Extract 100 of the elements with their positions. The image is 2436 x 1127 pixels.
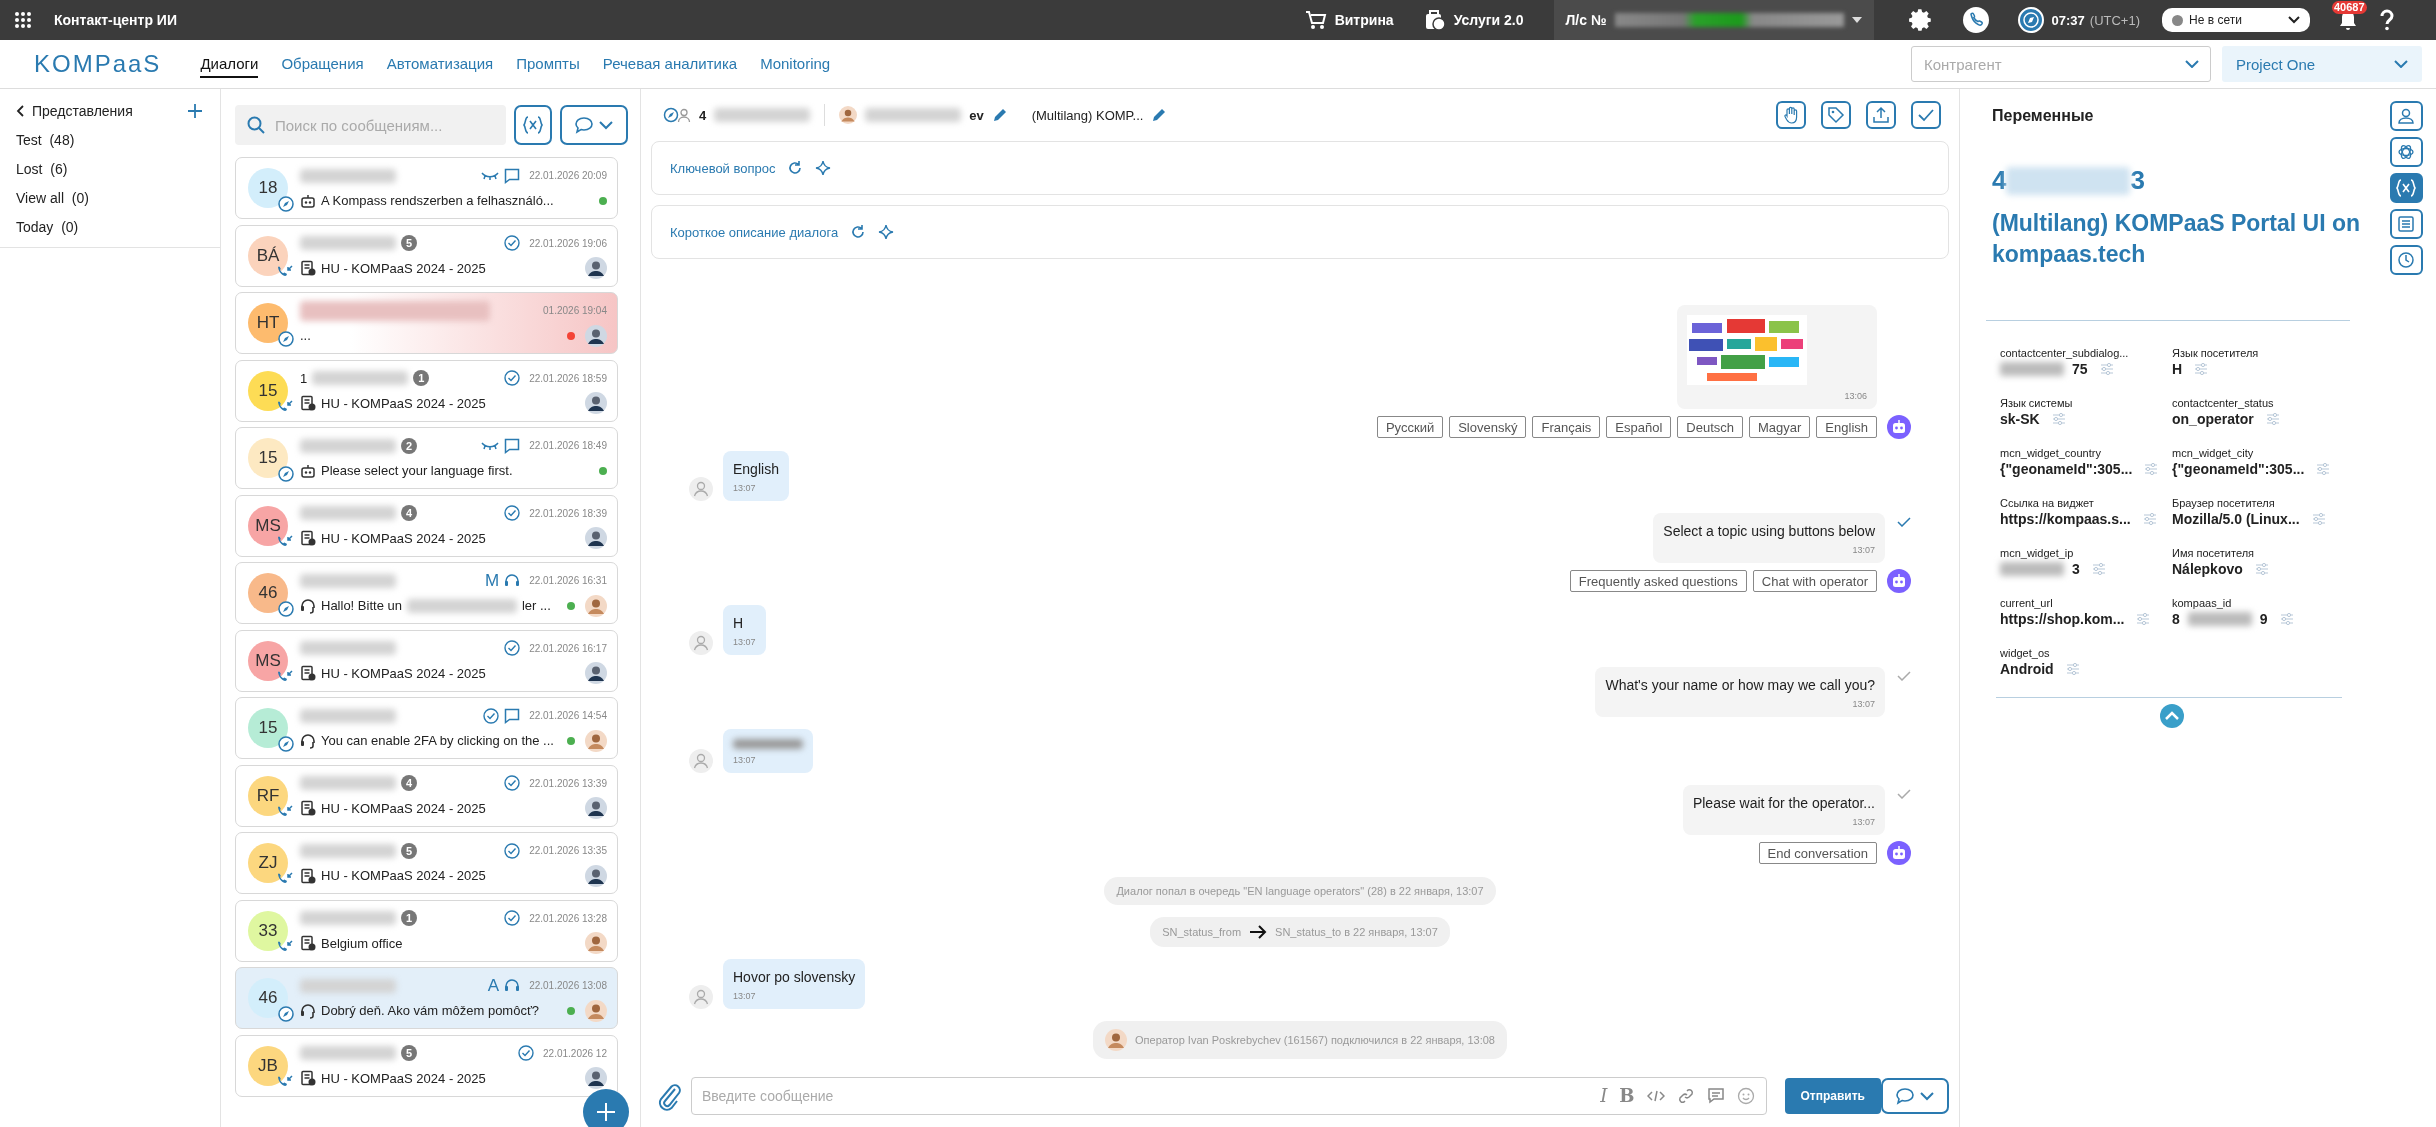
nav-tab[interactable]: Обращения: [281, 50, 364, 78]
nav-tab[interactable]: Промпты: [516, 50, 580, 78]
dialog-date: 22.01.2026 18:59: [529, 372, 607, 384]
view-item[interactable]: Test (48): [16, 132, 202, 148]
dialog-card[interactable]: ZJ 5 22.01.2026 13:35 HU - KOMPaaS 2024 - 2025: [235, 832, 618, 894]
dialog-card[interactable]: RF 4 22.01.2026 13:39 HU - KOMPaaS 2024 - 2025: [235, 764, 618, 827]
top-link[interactable]: Витрина: [1304, 10, 1394, 30]
quick-reply-button[interactable]: Français: [1532, 416, 1601, 438]
settings-icon[interactable]: [1907, 7, 1934, 33]
counterparty-select[interactable]: Контрагент: [1911, 46, 2211, 82]
robot-avatar: [1887, 415, 1911, 439]
comment-icon[interactable]: [1706, 1087, 1725, 1105]
chevron-down-icon[interactable]: [2185, 60, 2199, 68]
document-icon: [300, 867, 316, 884]
sliders-icon[interactable]: [2265, 412, 2280, 426]
notes-tab[interactable]: [2389, 209, 2423, 239]
quick-reply-button[interactable]: Deutsch: [1677, 416, 1743, 438]
search-field[interactable]: Поиск по сообщениям...: [235, 105, 506, 145]
dialog-card[interactable]: JB 5 22.01.2026 12 HU - KOMPaaS 2024 - 2025: [235, 1034, 618, 1097]
refresh-icon[interactable]: [850, 224, 867, 240]
dialog-card[interactable]: 15 1 1 22.01.2026 18:59 HU - KOMPaaS 2024 - 2025: [235, 359, 618, 422]
dialog-card[interactable]: 46 M 22.01.2026 16:31 Hallo! Bitte un ler ...: [235, 562, 618, 624]
bold-button[interactable]: B: [1619, 1086, 1635, 1106]
close-dialog-button[interactable]: [1911, 101, 1941, 129]
add-icon[interactable]: [188, 104, 202, 118]
phone-icon[interactable]: [1961, 6, 1990, 34]
top-link[interactable]: Услуги 2.0: [1423, 9, 1524, 31]
refresh-icon[interactable]: [787, 160, 804, 176]
quick-reply-button[interactable]: English: [1816, 416, 1877, 438]
quick-reply-button[interactable]: Frequently asked questions: [1569, 570, 1747, 592]
export-button[interactable]: [1866, 101, 1896, 129]
tag-button[interactable]: [1821, 101, 1851, 129]
quick-reply-button[interactable]: Español: [1606, 416, 1672, 438]
attach-icon[interactable]: [657, 1081, 681, 1111]
check-circle-icon: [504, 235, 521, 251]
quick-reply-button[interactable]: Русский: [1376, 416, 1444, 438]
pencil-icon[interactable]: [991, 107, 1008, 123]
sliders-icon[interactable]: [2099, 362, 2114, 376]
message-time: 13:07: [1852, 699, 1875, 709]
nav-tab[interactable]: Автоматизация: [386, 50, 494, 78]
dialog-card[interactable]: 46 A 22.01.2026 13:08 Dobrý deň. Ako vám môžem pomôcť?: [235, 967, 618, 1029]
code-icon[interactable]: [1646, 1089, 1665, 1103]
dialog-card[interactable]: MS 22.01.2026 16:17 HU - KOMPaaS 2024 - 2025: [235, 629, 618, 692]
link-icon[interactable]: [1676, 1087, 1695, 1105]
apps-menu-icon[interactable]: [14, 11, 32, 29]
collapse-button[interactable]: [2160, 704, 2184, 728]
account-selector[interactable]: Л/с №: [1553, 0, 1874, 40]
quick-reply-button[interactable]: End conversation: [1758, 842, 1877, 864]
summary-label[interactable]: Ключевой вопрос: [670, 160, 776, 176]
dialog-card[interactable]: HT 01.2026 19:04 ...: [235, 292, 618, 354]
view-item[interactable]: Today (0): [16, 219, 202, 235]
sliders-icon[interactable]: [2144, 462, 2159, 476]
sliders-icon[interactable]: [2194, 362, 2209, 376]
sparkle-icon[interactable]: [815, 160, 832, 176]
last-message: HU - KOMPaaS 2024 - 2025: [321, 868, 486, 883]
contact-tab[interactable]: [2389, 101, 2423, 131]
channel-filter-button[interactable]: [560, 105, 628, 145]
view-item[interactable]: View all (0): [16, 190, 202, 206]
sliders-icon[interactable]: [2051, 412, 2066, 426]
quick-reply-button[interactable]: Chat with operator: [1752, 570, 1877, 592]
send-button[interactable]: Отправить: [1784, 1078, 1881, 1114]
history-tab[interactable]: [2389, 245, 2423, 275]
quick-reply-button[interactable]: Slovenský: [1449, 416, 1527, 438]
sliders-icon[interactable]: [2142, 512, 2157, 526]
status-dropdown[interactable]: Не в сети: [2162, 8, 2310, 32]
last-message: HU - KOMPaaS 2024 - 2025: [321, 530, 486, 546]
variables-tab[interactable]: [2389, 173, 2423, 203]
nav-tab[interactable]: Речевая аналитика: [602, 50, 738, 78]
variable-value: https://shop.kom...: [2000, 611, 2125, 627]
sliders-icon[interactable]: [2311, 512, 2326, 526]
sparkle-icon[interactable]: [878, 224, 895, 240]
dialog-card[interactable]: 15 22.01.2026 14:54 You can enable 2FA by clicking on the ...: [235, 697, 618, 759]
sliders-icon[interactable]: [2254, 562, 2269, 576]
sliders-icon[interactable]: [2136, 612, 2151, 626]
sliders-icon[interactable]: [2091, 562, 2106, 576]
project-select[interactable]: Project One: [2222, 46, 2422, 82]
dialog-card[interactable]: MS 4 22.01.2026 18:39 HU - KOMPaaS 2024 - 2025: [235, 494, 618, 557]
pencil-icon[interactable]: [1151, 107, 1168, 123]
new-dialog-button[interactable]: [583, 1089, 629, 1127]
hand-button[interactable]: [1776, 101, 1806, 129]
dialog-card[interactable]: 18 22.01.2026 20:09 A Kompass rendszerben a felhasználó...: [235, 157, 618, 219]
sliders-icon[interactable]: [2279, 612, 2294, 626]
logo[interactable]: KOMPaaS: [34, 50, 162, 78]
back-icon[interactable]: [16, 105, 24, 117]
view-item[interactable]: Lost (6): [16, 161, 202, 177]
quick-reply-button[interactable]: Magyar: [1749, 416, 1811, 438]
sliders-icon[interactable]: [2065, 662, 2080, 676]
dialog-card[interactable]: 15 2 22.01.2026 18:49 Please select your language first.: [235, 427, 618, 489]
help-icon[interactable]: [2380, 9, 2394, 31]
variables-filter-button[interactable]: [514, 105, 552, 145]
dialog-card[interactable]: BÁ 5 22.01.2026 19:06 HU - KOMPaaS 2024 - 2025: [235, 224, 618, 287]
dialog-card[interactable]: 33 1 22.01.2026 13:28 Belgium office: [235, 899, 618, 962]
compass-icon[interactable]: [2017, 7, 2044, 33]
italic-button[interactable]: I: [1600, 1086, 1608, 1106]
ai-tab[interactable]: [2389, 137, 2423, 167]
summary-label[interactable]: Короткое описание диалога: [670, 224, 839, 240]
document-icon: [300, 800, 316, 816]
nav-tab[interactable]: Monitoring: [760, 50, 831, 78]
nav-tab[interactable]: Диалоги: [200, 50, 259, 78]
sliders-icon[interactable]: [2316, 462, 2331, 476]
